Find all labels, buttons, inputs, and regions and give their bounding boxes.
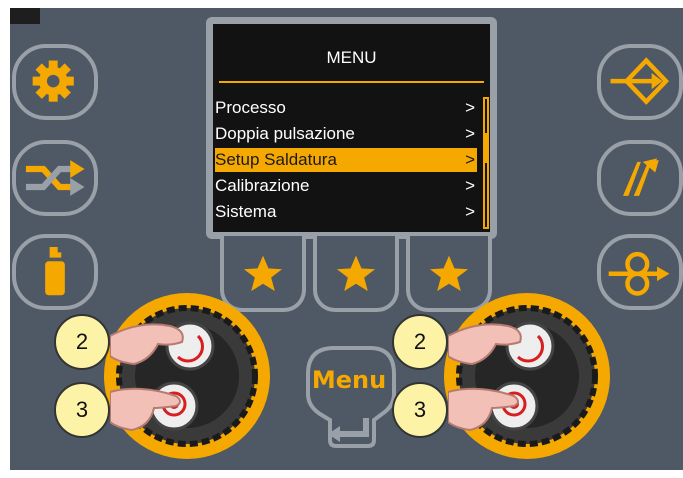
- double-slash-button[interactable]: [597, 140, 683, 216]
- menu-item-processo[interactable]: Processo >: [215, 96, 477, 120]
- menu-item-label: Doppia pulsazione: [215, 124, 355, 143]
- menu-item-label: Processo: [215, 98, 286, 117]
- spray-button[interactable]: [12, 234, 98, 310]
- spray-bottle-icon: [45, 246, 65, 296]
- shuffle-icon: [25, 160, 85, 196]
- chevron-right-icon: >: [465, 98, 475, 117]
- menu-scrollbar[interactable]: [483, 97, 489, 229]
- rotate-hand-icon: [109, 316, 190, 376]
- display-screen: MENU Processo > Doppia pulsazione > Setu…: [213, 24, 490, 232]
- press-hand-icon: [109, 378, 190, 438]
- menu-title: MENU: [326, 48, 377, 67]
- callout-left-rotate: 2: [54, 314, 110, 370]
- double-slash-arrows-icon: [623, 158, 659, 196]
- wire-feed-icon: [608, 251, 670, 296]
- shuffle-button[interactable]: [12, 140, 98, 216]
- callout-left-press: 3: [54, 382, 110, 438]
- arrow-diamond-button[interactable]: [597, 44, 683, 120]
- panel-corner: [10, 8, 40, 24]
- back-arrow-icon: [328, 418, 369, 442]
- menu-item-doppia-pulsazione[interactable]: Doppia pulsazione >: [215, 122, 477, 146]
- gear-icon: [32, 60, 74, 102]
- menu-item-sistema[interactable]: Sistema >: [215, 200, 477, 224]
- settings-button[interactable]: [12, 44, 98, 120]
- menu-item-label: Sistema: [215, 202, 277, 221]
- callout-right-rotate: 2: [392, 314, 448, 370]
- favorite-button-2[interactable]: [313, 236, 399, 312]
- menu-item-calibrazione[interactable]: Calibrazione >: [215, 174, 477, 198]
- title-divider: [219, 81, 484, 83]
- chevron-right-icon: >: [465, 202, 475, 221]
- menu-item-label: Setup Saldatura: [215, 150, 337, 169]
- chevron-right-icon: >: [465, 124, 475, 143]
- press-hand-icon: [447, 378, 528, 438]
- rotate-hand-icon: [447, 316, 528, 376]
- chevron-right-icon: >: [465, 176, 475, 195]
- callout-right-press: 3: [392, 382, 448, 438]
- star-icon: [336, 255, 376, 292]
- scrollbar-thumb[interactable]: [485, 133, 487, 163]
- menu-back-button[interactable]: Menu: [304, 344, 400, 450]
- menu-item-label: Calibrazione: [215, 176, 310, 195]
- chevron-right-icon: >: [465, 150, 475, 169]
- menu-item-setup-saldatura[interactable]: Setup Saldatura >: [215, 148, 477, 172]
- arrow-diamond-icon: [610, 57, 670, 105]
